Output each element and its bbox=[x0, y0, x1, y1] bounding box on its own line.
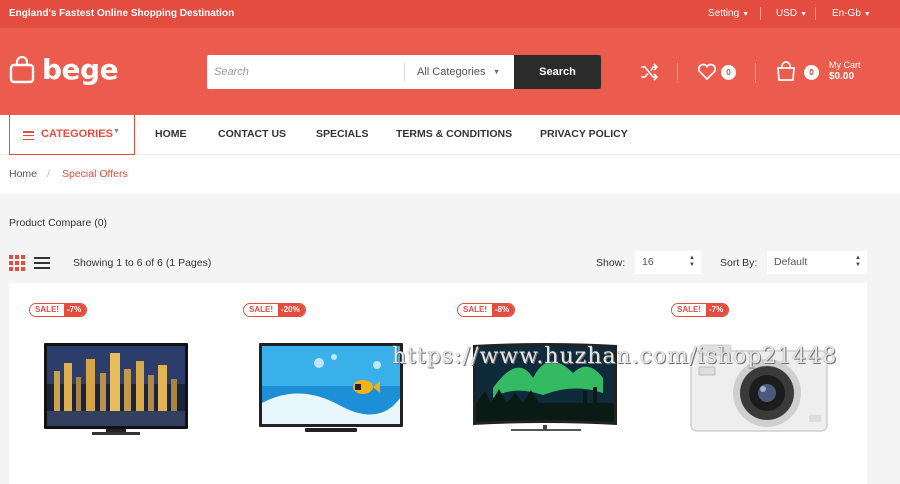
select-arrows-icon: ▲ ▼ bbox=[855, 255, 861, 268]
cart-label: My Cart bbox=[829, 60, 861, 70]
cart-count-badge: 0 bbox=[804, 65, 819, 80]
list-view-icon[interactable] bbox=[34, 257, 50, 272]
chevron-down-icon: ▼ bbox=[800, 11, 808, 18]
language-label: En-Gb bbox=[832, 8, 861, 19]
cart-bag-icon[interactable] bbox=[776, 61, 796, 87]
sale-label: SALE! bbox=[672, 304, 706, 316]
category-select[interactable]: All Categories ▼ bbox=[404, 63, 514, 81]
product-card[interactable]: SALE! -7% bbox=[651, 283, 865, 484]
top-bar: England's Fastest Online Shopping Destin… bbox=[0, 0, 900, 28]
sale-badge: SALE! -7% bbox=[29, 303, 88, 317]
sale-label: SALE! bbox=[244, 304, 278, 316]
product-card[interactable]: SALE! -20% bbox=[223, 283, 437, 484]
currency-label: USD bbox=[776, 8, 798, 19]
watermark-text: https://www.huzhan.com/ishop21448 bbox=[392, 344, 838, 369]
show-label: Show: bbox=[596, 257, 626, 269]
select-arrows-icon: ▲ ▼ bbox=[689, 255, 695, 268]
categories-menu-button[interactable]: CATEGORIES ▼ bbox=[9, 115, 135, 155]
sort-select-value: Default bbox=[774, 256, 808, 268]
sort-label: Sort By: bbox=[720, 257, 758, 269]
language-dropdown[interactable]: En-Gb ▼ bbox=[832, 8, 871, 19]
search-button[interactable]: Search bbox=[514, 55, 601, 89]
chevron-down-icon: ▼ bbox=[113, 128, 120, 135]
tagline: England's Fastest Online Shopping Destin… bbox=[9, 8, 235, 19]
discount-label: -8% bbox=[492, 304, 515, 316]
chevron-down-icon: ▼ bbox=[742, 11, 750, 18]
divider bbox=[677, 63, 678, 83]
cart-summary[interactable]: My Cart $0.00 bbox=[829, 59, 861, 83]
wishlist-heart-icon[interactable] bbox=[697, 63, 717, 86]
show-select-value: 16 bbox=[642, 256, 654, 268]
divider bbox=[755, 63, 756, 83]
discount-label: -7% bbox=[706, 304, 729, 316]
discount-label: -7% bbox=[64, 304, 87, 316]
sale-badge: SALE! -20% bbox=[243, 303, 306, 317]
divider bbox=[760, 7, 761, 20]
setting-dropdown[interactable]: Setting ▼ bbox=[708, 8, 749, 19]
nav-link-contact-us[interactable]: CONTACT US bbox=[218, 128, 286, 140]
product-card[interactable]: SALE! -7% bbox=[9, 283, 223, 484]
currency-dropdown[interactable]: USD ▼ bbox=[776, 8, 807, 19]
shopping-bag-icon bbox=[9, 55, 35, 84]
categories-label: CATEGORIES bbox=[41, 128, 113, 140]
sale-badge: SALE! -8% bbox=[457, 303, 516, 317]
menu-icon bbox=[23, 131, 34, 142]
nav-link-terms[interactable]: TERMS & CONDITIONS bbox=[396, 128, 512, 140]
sale-label: SALE! bbox=[30, 304, 64, 316]
chevron-down-icon: ▼ bbox=[863, 11, 871, 18]
sort-select[interactable]: Default ▲ ▼ bbox=[767, 251, 867, 274]
logo-text: bege bbox=[42, 53, 119, 86]
product-image-tv[interactable] bbox=[44, 343, 188, 437]
nav-link-specials[interactable]: SPECIALS bbox=[316, 128, 369, 140]
breadcrumb-current[interactable]: Special Offers bbox=[62, 168, 128, 180]
sale-badge: SALE! -7% bbox=[671, 303, 730, 317]
breadcrumb-home-link[interactable]: Home bbox=[9, 168, 37, 180]
nav-link-home[interactable]: HOME bbox=[155, 128, 187, 140]
show-select[interactable]: 16 ▲ ▼ bbox=[635, 251, 701, 274]
chevron-down-icon: ▼ bbox=[493, 69, 500, 76]
sale-label: SALE! bbox=[458, 304, 492, 316]
setting-label: Setting bbox=[708, 8, 740, 19]
nav-link-privacy[interactable]: PRIVACY POLICY bbox=[540, 128, 628, 140]
product-image-tv[interactable] bbox=[259, 343, 403, 437]
breadcrumb: Home / Special Offers bbox=[0, 155, 900, 193]
main-nav: CATEGORIES ▼ HOME CONTACT US SPECIALS TE… bbox=[0, 115, 900, 155]
breadcrumb-separator: / bbox=[47, 168, 50, 180]
header: bege All Categories ▼ Search 0 0 My Cart… bbox=[0, 28, 900, 115]
product-grid: SALE! -7% SALE! -20% SALE! -8% SALE! -7% bbox=[9, 283, 867, 484]
cart-total: $0.00 bbox=[829, 71, 855, 82]
discount-label: -20% bbox=[278, 304, 305, 316]
divider bbox=[815, 7, 816, 20]
logo[interactable]: bege bbox=[9, 53, 119, 86]
results-count: Showing 1 to 6 of 6 (1 Pages) bbox=[73, 257, 212, 269]
product-compare-link[interactable]: Product Compare (0) bbox=[9, 217, 107, 229]
search-bar: All Categories ▼ Search bbox=[207, 55, 601, 89]
grid-view-icon[interactable] bbox=[9, 255, 25, 271]
category-select-value: All Categories bbox=[417, 66, 486, 78]
compare-shuffle-icon[interactable] bbox=[640, 63, 659, 86]
product-card[interactable]: SALE! -8% bbox=[437, 283, 651, 484]
search-input[interactable] bbox=[207, 55, 404, 89]
wishlist-count-badge: 0 bbox=[721, 65, 736, 80]
